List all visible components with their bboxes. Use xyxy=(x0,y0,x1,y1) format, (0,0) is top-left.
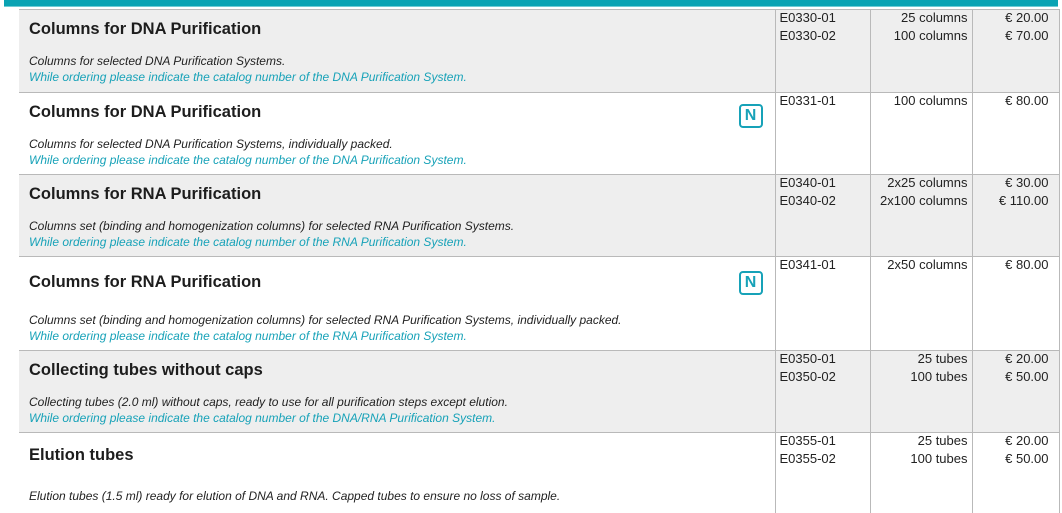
product-description-cell: Collecting tubes without caps Collecting… xyxy=(19,350,776,433)
product-row: Columns for DNA Purification Columns for… xyxy=(19,9,1060,93)
ordering-note: While ordering please indicate the catal… xyxy=(29,70,467,84)
catalog-number: E0355-02 xyxy=(779,451,836,466)
catalog-number: E0331-01 xyxy=(779,93,836,108)
catalog-number: E0330-02 xyxy=(779,28,836,43)
product-description: Columns set (binding and homogenization … xyxy=(29,219,515,233)
quantity: 25 tubes xyxy=(917,433,968,448)
quantity: 2x100 columns xyxy=(880,193,968,208)
quantity-cell: 2x50 columns xyxy=(870,256,973,351)
price-cell: € 80.00 xyxy=(972,256,1060,351)
product-description-cell: Elution tubes Elution tubes (1.5 ml) rea… xyxy=(19,432,776,513)
quantity: 25 tubes xyxy=(917,351,968,366)
product-title: Columns for DNA Purification xyxy=(29,103,262,121)
price: € 20.00 xyxy=(1005,10,1049,25)
new-product-badge: N xyxy=(738,104,763,128)
ordering-note: While ordering please indicate the catal… xyxy=(29,153,467,167)
new-product-badge: N xyxy=(738,271,763,295)
quantity: 2x50 columns xyxy=(887,257,968,272)
catalog-number-cell: E0330-01 E0330-02 xyxy=(775,9,871,93)
catalog-number-cell: E0341-01 xyxy=(775,256,871,351)
price-cell: € 20.00 € 50.00 xyxy=(972,350,1060,433)
quantity: 25 columns xyxy=(901,10,968,25)
product-title: Columns for DNA Purification xyxy=(29,20,262,38)
price-cell: € 80.00 xyxy=(972,92,1060,175)
price: € 20.00 xyxy=(1005,433,1049,448)
quantity: 2x25 columns xyxy=(887,175,968,190)
price-cell: € 20.00 € 50.00 xyxy=(972,432,1060,513)
catalog-number: E0350-01 xyxy=(779,351,836,366)
product-row: Collecting tubes without caps Collecting… xyxy=(19,350,1060,433)
product-description-cell: Columns for RNA Purification Columns set… xyxy=(19,174,776,257)
catalog-number: E0350-02 xyxy=(779,369,836,384)
product-description-cell: Columns for DNA Purification N Columns f… xyxy=(19,92,776,175)
ordering-note: While ordering please indicate the catal… xyxy=(29,235,467,249)
catalog-number: E0341-01 xyxy=(779,257,836,272)
quantity: 100 tubes xyxy=(910,369,968,384)
product-row: Columns for RNA Purification N Columns s… xyxy=(19,256,1060,351)
product-description: Elution tubes (1.5 ml) ready for elution… xyxy=(29,489,561,503)
ordering-note: While ordering please indicate the catal… xyxy=(29,329,467,343)
quantity: 100 columns xyxy=(893,28,968,43)
quantity-cell: 100 columns xyxy=(870,92,973,175)
price: € 50.00 xyxy=(1005,451,1049,466)
product-row: Columns for DNA Purification N Columns f… xyxy=(19,92,1060,175)
product-description-cell: Columns for DNA Purification Columns for… xyxy=(19,9,776,93)
product-row: Elution tubes Elution tubes (1.5 ml) rea… xyxy=(19,432,1060,513)
catalog-number: E0340-01 xyxy=(779,175,836,190)
catalog-number-cell: E0355-01 E0355-02 xyxy=(775,432,871,513)
quantity-cell: 25 columns 100 columns xyxy=(870,9,973,93)
quantity-cell: 25 tubes 100 tubes xyxy=(870,432,973,513)
price-cell: € 30.00 € 110.00 xyxy=(972,174,1060,257)
product-title: Columns for RNA Purification xyxy=(29,273,262,291)
product-description: Collecting tubes (2.0 ml) without caps, … xyxy=(29,395,508,409)
price: € 20.00 xyxy=(1005,351,1049,366)
price: € 110.00 xyxy=(998,193,1049,208)
product-table: Columns for DNA Purification Columns for… xyxy=(19,9,1060,513)
product-title: Columns for RNA Purification xyxy=(29,185,262,203)
catalog-number-cell: E0340-01 E0340-02 xyxy=(775,174,871,257)
catalog-number: E0355-01 xyxy=(779,433,836,448)
price: € 80.00 xyxy=(1005,93,1049,108)
catalog-number-cell: E0350-01 E0350-02 xyxy=(775,350,871,433)
product-title: Collecting tubes without caps xyxy=(29,361,263,379)
quantity-cell: 25 tubes 100 tubes xyxy=(870,350,973,433)
product-description: Columns set (binding and homogenization … xyxy=(29,313,622,327)
catalog-number: E0330-01 xyxy=(779,10,836,25)
price-cell: € 20.00 € 70.00 xyxy=(972,9,1060,93)
price: € 80.00 xyxy=(1005,257,1049,272)
price: € 50.00 xyxy=(1005,369,1049,384)
product-description-cell: Columns for RNA Purification N Columns s… xyxy=(19,256,776,351)
ordering-note: While ordering please indicate the catal… xyxy=(29,411,496,425)
catalog-number: E0340-02 xyxy=(779,193,836,208)
price: € 30.00 xyxy=(1005,175,1049,190)
catalog-number-cell: E0331-01 xyxy=(775,92,871,175)
product-title: Elution tubes xyxy=(29,446,134,464)
product-row: Columns for RNA Purification Columns set… xyxy=(19,174,1060,257)
quantity: 100 columns xyxy=(893,93,968,108)
top-accent-bar xyxy=(4,0,1058,7)
product-description: Columns for selected DNA Purification Sy… xyxy=(29,137,393,151)
product-description: Columns for selected DNA Purification Sy… xyxy=(29,54,286,68)
quantity: 100 tubes xyxy=(910,451,968,466)
price: € 70.00 xyxy=(1005,28,1049,43)
quantity-cell: 2x25 columns 2x100 columns xyxy=(870,174,973,257)
